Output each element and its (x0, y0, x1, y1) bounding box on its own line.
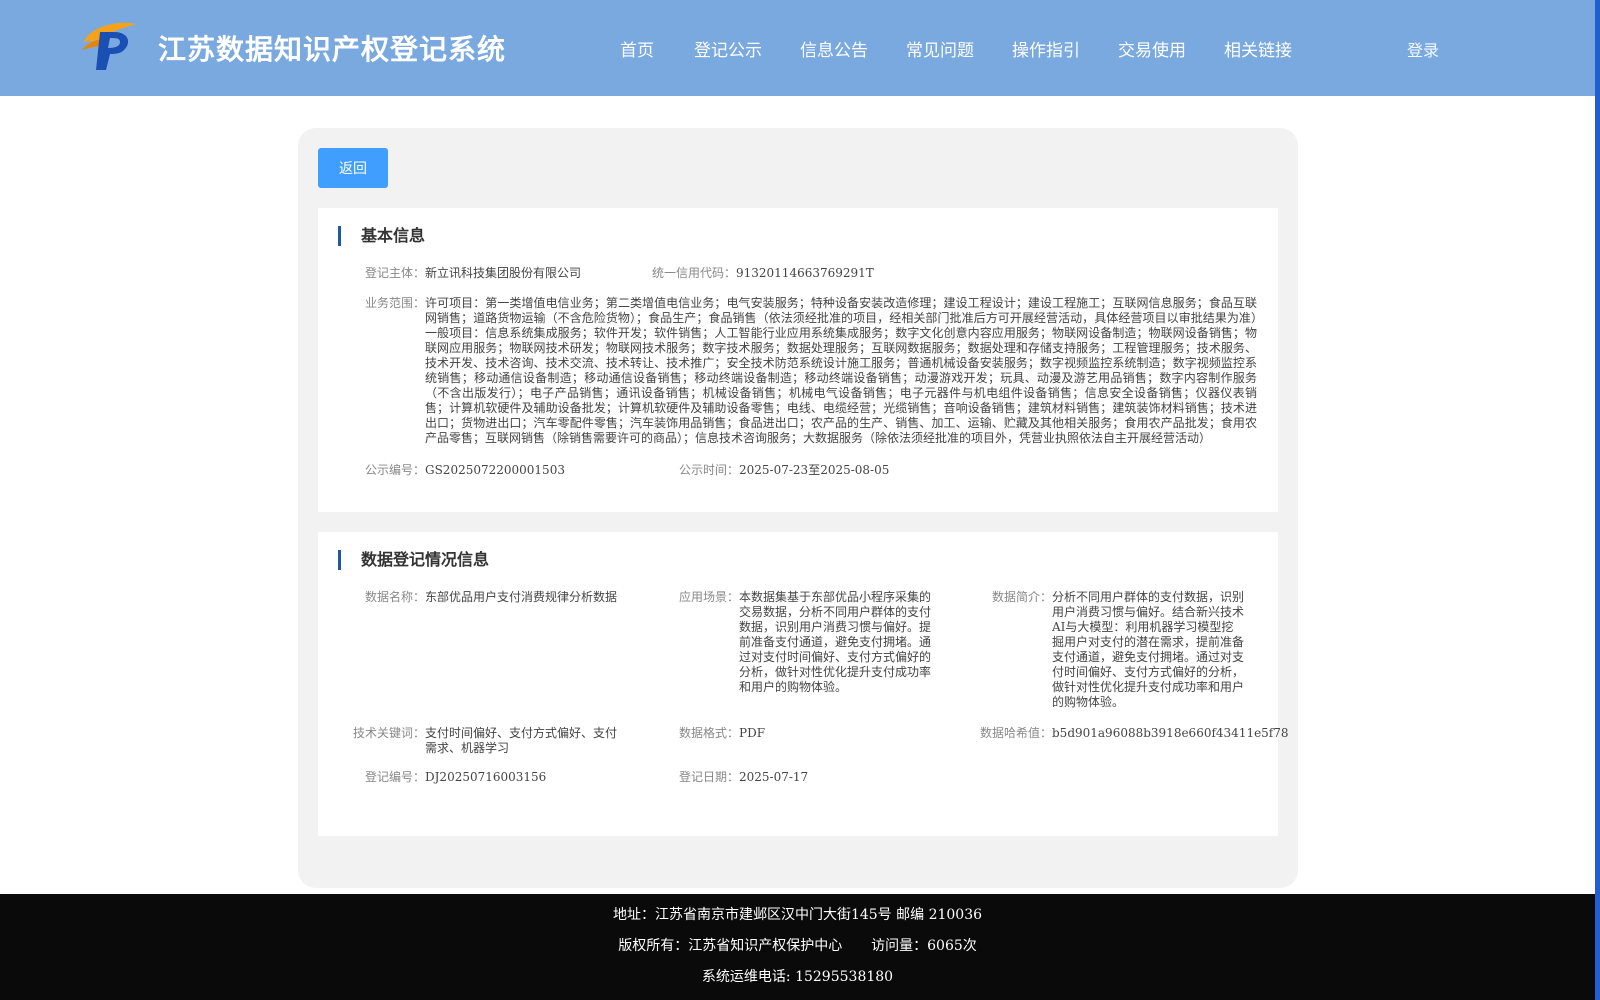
data-name-label: 数据名称： (364, 590, 425, 604)
data-row-2: 技术关键词： 支付时间偏好、支付方式偏好、支付需求、机器学习 数据格式： PDF… (318, 726, 1289, 758)
reg-no-value: DJ20250716003156 (425, 770, 547, 784)
footer-copyright-line: 版权所有：江苏省知识产权保护中心 访问量：6065次 (0, 935, 1595, 955)
data-name-value: 东部优品用户支付消费规律分析数据 (425, 590, 618, 604)
publicity-row: 公示编号： GS2025072200001503 公示时间： 2025-07-2… (318, 463, 1278, 479)
scrollbar-edge (1595, 0, 1600, 1000)
credit-code-value: 91320114663769291T (736, 266, 874, 280)
section-title-data-registration: 数据登记情况信息 (338, 550, 489, 570)
nav-announcements[interactable]: 信息公告 (800, 36, 868, 61)
footer-phone: 系统运维电话: 15295538180 (701, 969, 894, 985)
publicity-no-value: GS2025072200001503 (425, 463, 565, 477)
format-value: PDF (739, 726, 766, 740)
site-logo[interactable] (80, 20, 140, 72)
reg-no-label: 登记编号： (364, 770, 425, 784)
hash-value: b5d901a96088b3918e660f43411e5f78 (1052, 726, 1289, 740)
scope-value: 许可项目：第一类增值电信业务；第二类增值电信业务；电气安装服务；特种设备安装改造… (425, 296, 1257, 445)
data-row-3: 登记编号： DJ20250716003156 登记日期： 2025-07-17 (318, 770, 1278, 786)
publicity-time-value: 2025-07-23至2025-08-05 (739, 463, 890, 477)
scene-value: 本数据集基于东部优品小程序采集的交易数据，分析不同用户群体的支付数据，识别用户消… (739, 590, 932, 694)
reg-date-label: 登记日期： (678, 770, 739, 784)
scene-label: 应用场景： (678, 590, 739, 604)
keywords-label: 技术关键词： (352, 726, 425, 740)
nav-guide[interactable]: 操作指引 (1012, 36, 1080, 61)
section-title-basic-info: 基本信息 (338, 226, 425, 246)
intro-label: 数据简介： (991, 590, 1052, 604)
credit-code-label: 统一信用代码： (651, 266, 736, 280)
data-row-1: 数据名称： 东部优品用户支付消费规律分析数据 应用场景： 本数据集基于东部优品小… (318, 590, 1278, 720)
site-title: 江苏数据知识产权登记系统 (158, 33, 507, 66)
top-header: 江苏数据知识产权登记系统 首页 登记公示 信息公告 常见问题 操作指引 交易使用… (0, 0, 1595, 96)
nav-home[interactable]: 首页 (620, 36, 654, 61)
hash-label: 数据哈希值： (979, 726, 1052, 740)
nav-registration-publicity[interactable]: 登记公示 (694, 36, 762, 61)
nav-related-links[interactable]: 相关链接 (1224, 36, 1292, 61)
nav-trading[interactable]: 交易使用 (1118, 36, 1186, 61)
basic-info-card: 基本信息 登记主体： 新立讯科技集团股份有限公司 统一信用代码： 9132011… (318, 208, 1278, 512)
back-button[interactable]: 返回 (318, 148, 388, 188)
publicity-time-label: 公示时间： (678, 463, 739, 477)
reg-date-value: 2025-07-17 (739, 770, 809, 784)
subject-label: 登记主体： (364, 266, 425, 280)
main-nav: 首页 登记公示 信息公告 常见问题 操作指引 交易使用 相关链接 (620, 36, 1292, 61)
site-footer: 地址：江苏省南京市建邺区汉中门大街145号 邮编 210036 版权所有：江苏省… (0, 894, 1595, 1000)
nav-faq[interactable]: 常见问题 (906, 36, 974, 61)
format-label: 数据格式： (678, 726, 739, 740)
publicity-no-label: 公示编号： (364, 463, 425, 477)
subject-row: 登记主体： 新立讯科技集团股份有限公司 统一信用代码： 913201146637… (318, 266, 1278, 282)
scope-row: 业务范围： 许可项目：第一类增值电信业务；第二类增值电信业务；电气安装服务；特种… (318, 296, 1278, 446)
footer-address: 地址：江苏省南京市建邺区汉中门大街145号 邮编 210036 (612, 907, 983, 923)
data-registration-card: 数据登记情况信息 数据名称： 东部优品用户支付消费规律分析数据 应用场景： 本数… (318, 532, 1289, 836)
footer-copyright: 版权所有：江苏省知识产权保护中心 (618, 938, 843, 954)
login-link[interactable]: 登录 (1407, 37, 1439, 61)
intro-value: 分析不同用户群体的支付数据，识别用户消费习惯与偏好。结合新兴技术AI与大模型：利… (1052, 590, 1245, 709)
keywords-value: 支付时间偏好、支付方式偏好、支付需求、机器学习 (425, 726, 618, 755)
footer-visits: 访问量：6065次 (871, 938, 977, 954)
scope-label: 业务范围： (364, 296, 425, 310)
